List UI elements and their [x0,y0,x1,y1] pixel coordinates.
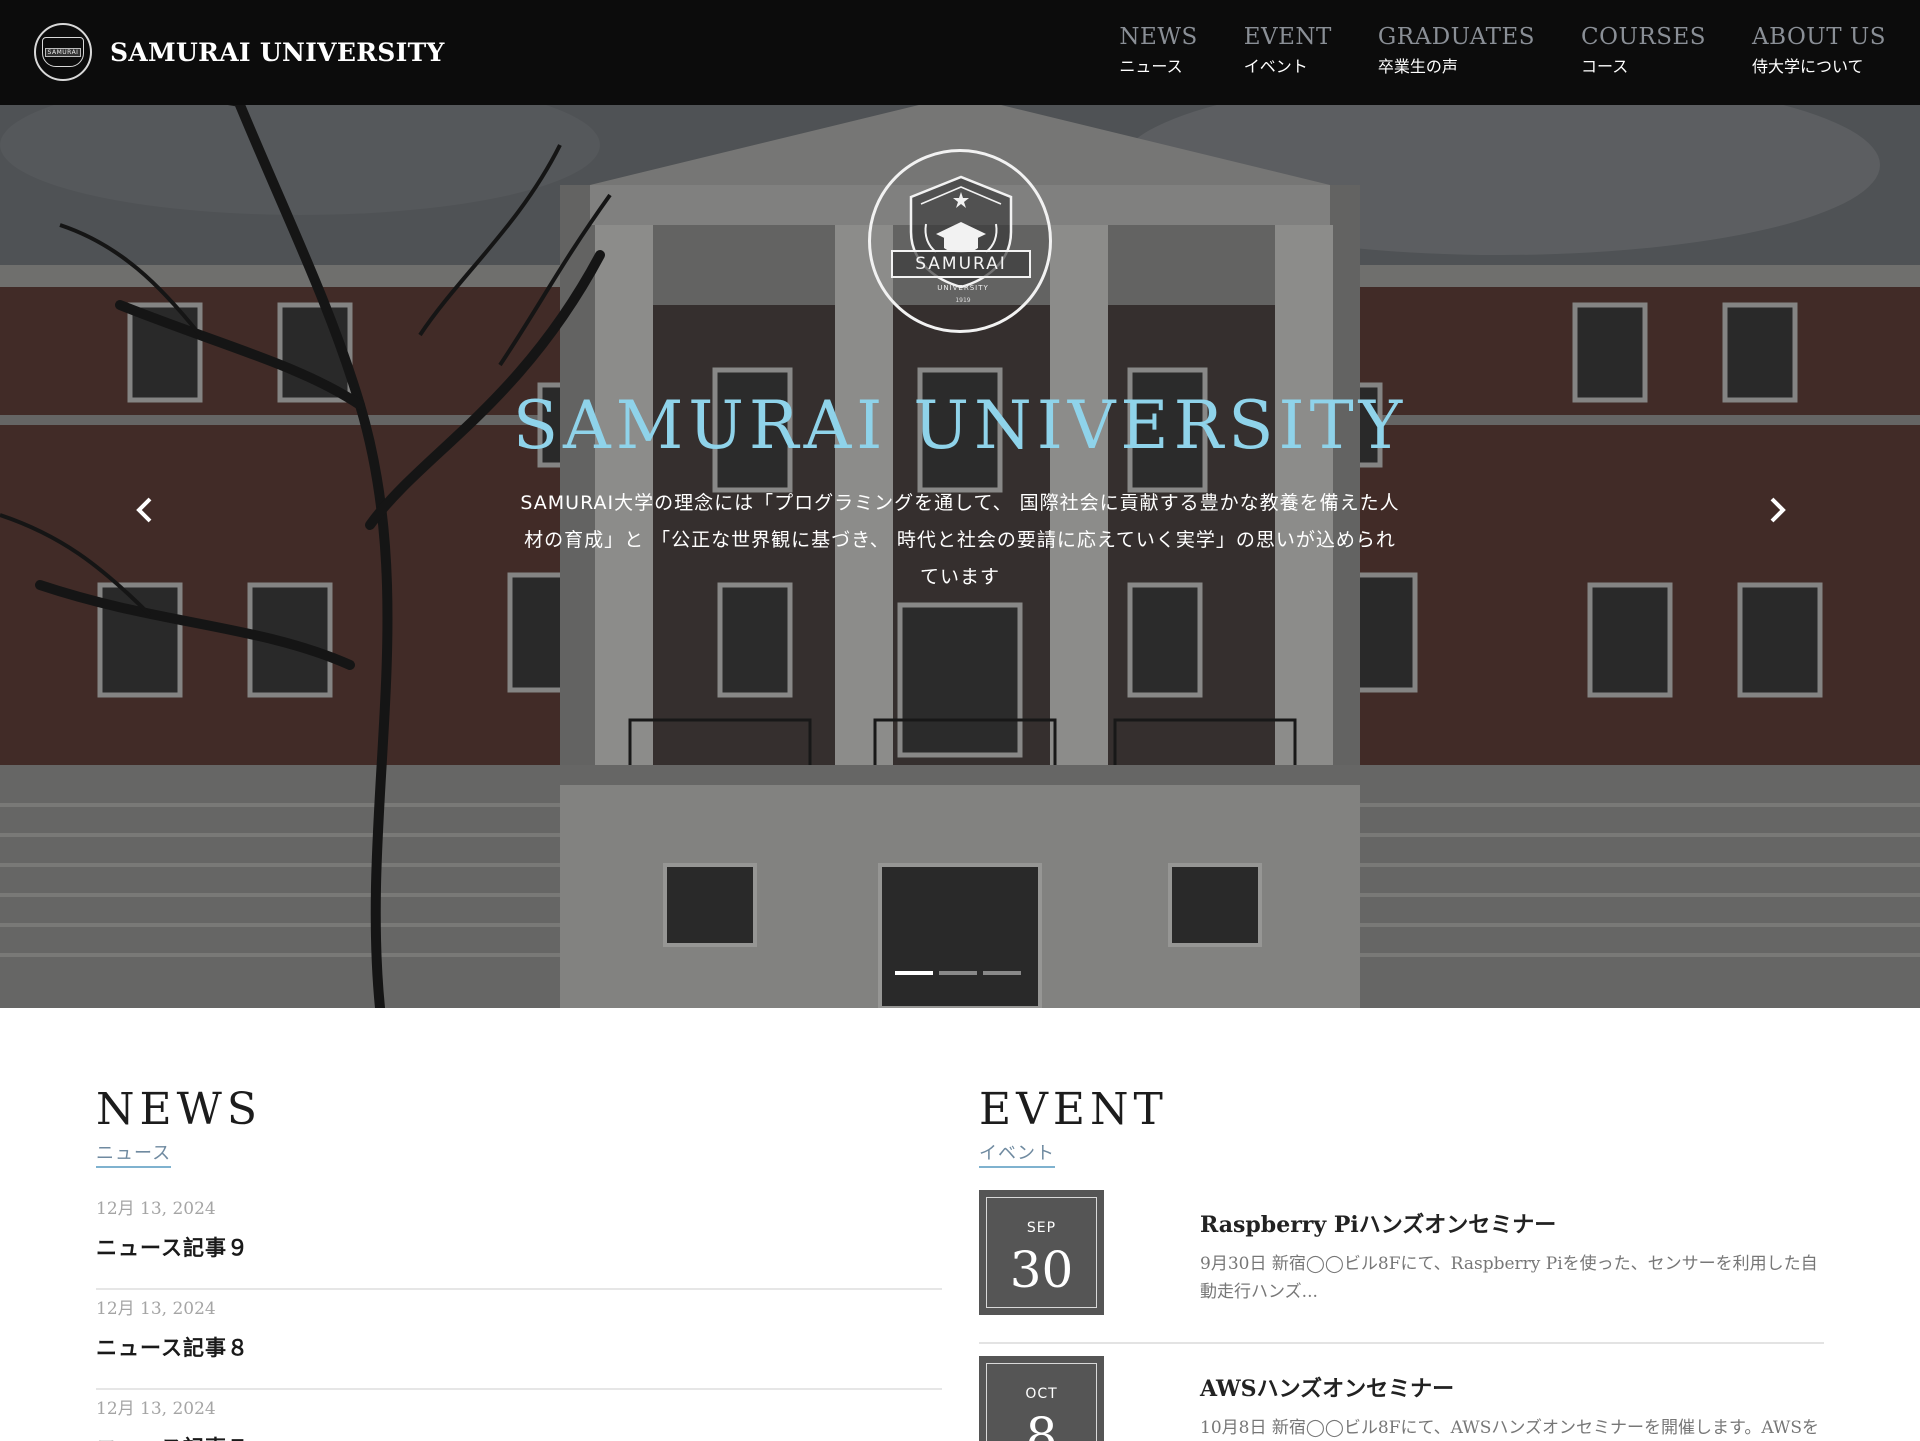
brand-link[interactable]: SAMURAI SAMURAI UNIVERSITY [34,22,445,82]
news-date: 12月 13, 2024 [96,1299,216,1319]
nav-label-en: GRADUATES [1377,24,1536,50]
event-date-badge: SEP 30 [979,1190,1104,1315]
event-title: EVENT [979,1084,1168,1135]
nav-label-jp: 侍大学について [1752,57,1864,76]
event-excerpt: 10月8日 新宿◯◯ビル8Fにて、AWSハンズオンセミナーを開催します。AWSを… [1200,1418,1820,1438]
logo-band-text: SAMURAI [44,47,82,57]
event-date-badge: OCT 8 [979,1356,1104,1441]
carousel-next-button[interactable] [1757,490,1797,530]
event-excerpt: 9月30日 新宿◯◯ビル8Fにて、Raspberry Piを使った、センサーを利… [1200,1254,1818,1302]
news-item[interactable]: 12月 13, 2024 ニュース記事７ [96,1390,942,1441]
nav-label-jp: イベント [1243,57,1308,76]
university-emblem-icon: SAMURAI UNIVERSITY 1919 [868,149,1052,333]
nav-item-courses[interactable]: COURSES コース [1581,22,1706,80]
news-title-link[interactable]: ニュース記事９ [96,1232,249,1262]
event-item[interactable]: OCT 8 AWSハンズオンセミナー 10月8日 新宿◯◯ビル8Fにて、AWSハ… [979,1342,1824,1441]
carousel-indicator-3[interactable] [983,971,1021,975]
nav-label-en: COURSES [1581,24,1707,50]
event-section-header: EVENT イベント [979,1085,1824,1168]
site-header: SAMURAI SAMURAI UNIVERSITY NEWS ニュース EVE… [0,0,1920,105]
news-item[interactable]: 12月 13, 2024 ニュース記事９ [96,1190,942,1290]
news-date: 12月 13, 2024 [96,1199,216,1219]
emblem-year: 1919 [955,297,971,304]
news-section-header: NEWS ニュース [96,1085,942,1168]
chevron-left-icon [136,497,152,523]
event-day: 30 [1009,1241,1074,1299]
carousel-indicator-2[interactable] [939,971,977,975]
nav-label-jp: コース [1581,57,1629,76]
emblem-subtitle: UNIVERSITY [937,284,989,292]
nav-label-jp: ニュース [1119,57,1183,76]
news-date: 12月 13, 2024 [96,1399,216,1419]
emblem-band: SAMURAI [891,250,1031,278]
carousel-prev-button[interactable] [125,490,165,530]
event-item[interactable]: SEP 30 Raspberry Piハンズオンセミナー 9月30日 新宿◯◯ビ… [979,1190,1824,1342]
nav-label-en: NEWS [1119,24,1198,50]
event-title-link[interactable]: Raspberry Piハンズオンセミナー [1200,1207,1556,1239]
news-title-link[interactable]: ニュース記事８ [96,1332,249,1362]
event-list: SEP 30 Raspberry Piハンズオンセミナー 9月30日 新宿◯◯ビ… [979,1190,1824,1441]
event-month: SEP [1026,1220,1057,1236]
university-logo-icon: SAMURAI [34,23,92,81]
nav-item-about-us[interactable]: ABOUT US 侍大学について [1752,22,1886,80]
carousel-indicator-1[interactable] [895,971,933,975]
nav-label-en: EVENT [1243,24,1332,50]
nav-item-news[interactable]: NEWS ニュース [1119,22,1197,80]
nav-label-jp: 卒業生の声 [1377,57,1458,76]
news-title: NEWS [96,1084,262,1135]
event-month: OCT [1025,1386,1058,1402]
brand-name: SAMURAI UNIVERSITY [110,37,445,67]
news-item[interactable]: 12月 13, 2024 ニュース記事８ [96,1290,942,1390]
hero-carousel: SAMURAI UNIVERSITY 1919 SAMURAI UNIVERSI… [0,105,1920,1008]
hero-description: SAMURAI大学の理念には「プログラミングを通して、 国際社会に貢献する豊かな… [520,492,1400,588]
carousel-indicators [895,971,1021,975]
nav-item-graduates[interactable]: GRADUATES 卒業生の声 [1378,22,1535,80]
event-day: 8 [1025,1407,1058,1441]
event-title-link[interactable]: AWSハンズオンセミナー [1200,1371,1454,1403]
chevron-right-icon [1770,497,1786,523]
event-subtitle: イベント [979,1139,1055,1168]
main-nav: NEWS ニュース EVENT イベント GRADUATES 卒業生の声 COU… [1119,22,1886,80]
hero-title: SAMURAI UNIVERSITY [512,387,1408,464]
news-list: 12月 13, 2024 ニュース記事９ 12月 13, 2024 ニュース記事… [96,1190,942,1441]
nav-item-event[interactable]: EVENT イベント [1244,22,1332,80]
news-title-link[interactable]: ニュース記事７ [96,1432,249,1441]
news-subtitle: ニュース [96,1139,172,1168]
nav-label-en: ABOUT US [1752,24,1886,50]
